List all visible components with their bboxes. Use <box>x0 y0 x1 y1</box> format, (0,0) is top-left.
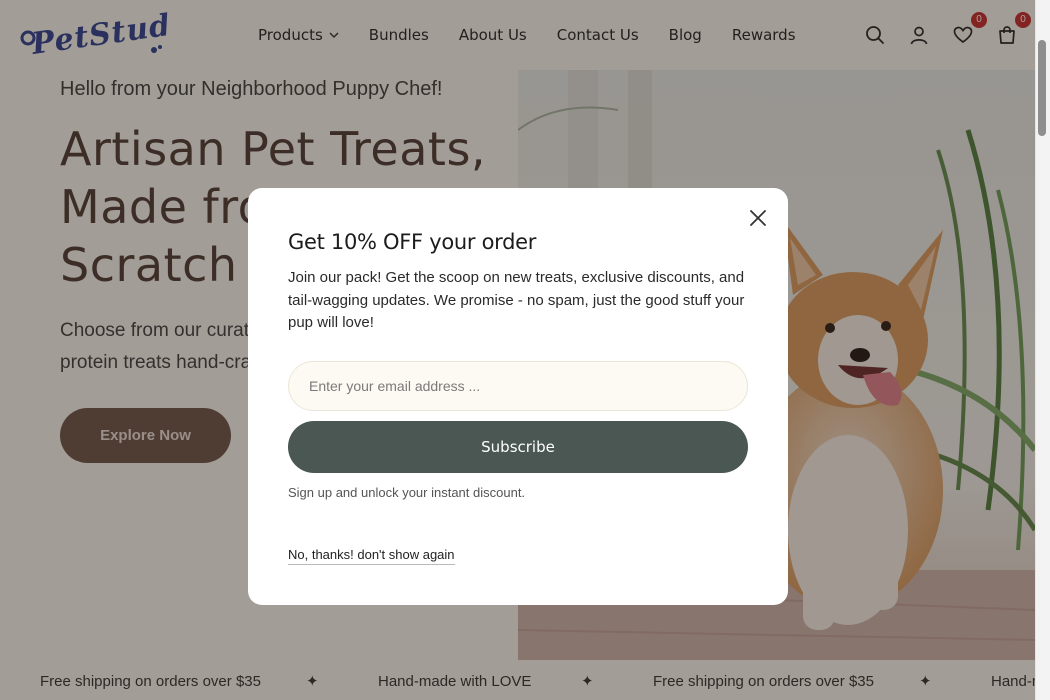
discount-popup: Get 10% OFF your order Join our pack! Ge… <box>248 188 788 605</box>
email-field[interactable] <box>288 361 748 411</box>
popup-title: Get 10% OFF your order <box>288 230 537 254</box>
page-scrollbar[interactable] <box>1035 0 1050 700</box>
subscribe-button[interactable]: Subscribe <box>288 421 748 473</box>
decline-link[interactable]: No, thanks! don't show again <box>288 547 455 565</box>
close-icon[interactable] <box>748 208 768 228</box>
popup-fine-print: Sign up and unlock your instant discount… <box>288 485 526 500</box>
scrollbar-thumb[interactable] <box>1038 40 1046 136</box>
popup-body: Join our pack! Get the scoop on new trea… <box>288 269 745 331</box>
